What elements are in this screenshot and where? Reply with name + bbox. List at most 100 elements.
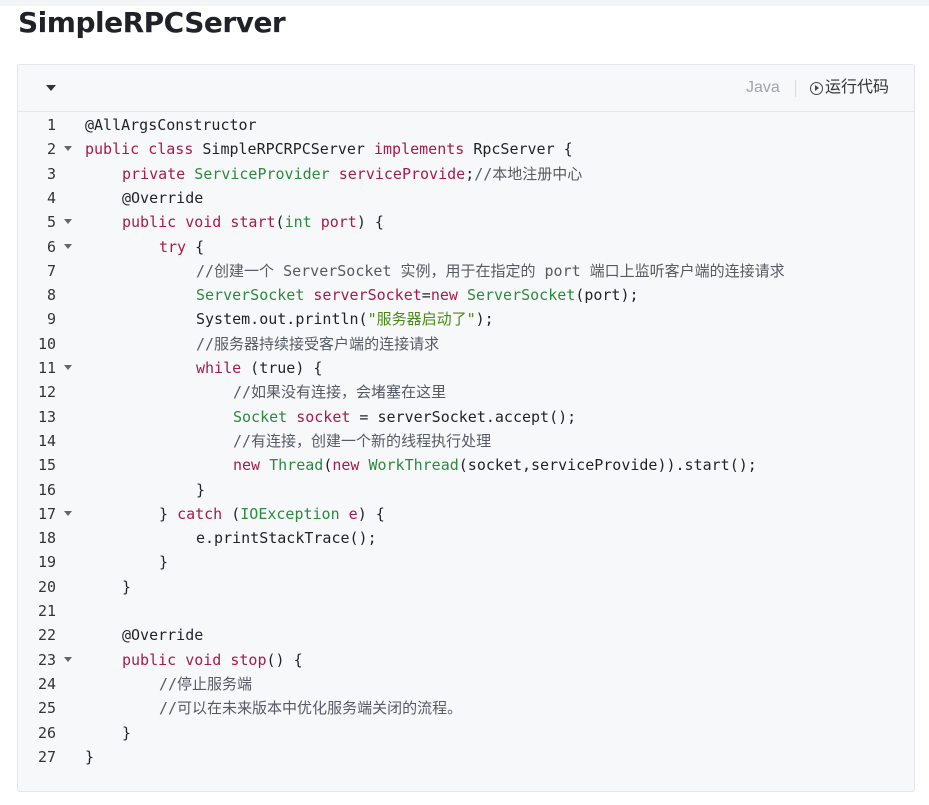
caret-down-icon[interactable] (46, 85, 56, 91)
code-token: socket (296, 407, 351, 426)
code-text: //服务器持续接受客户端的连接请求 (196, 332, 439, 356)
line-number: 24 (37, 674, 56, 693)
line-number: 18 (37, 529, 56, 548)
code-token: } (122, 577, 132, 596)
code-token: (socket,serviceProvide)).start(); (458, 456, 757, 475)
code-token: ( (323, 456, 333, 475)
code-token: e (348, 504, 358, 523)
code-token: (true) { (241, 359, 323, 377)
code-token: new (233, 456, 261, 475)
code-token: } (159, 553, 169, 572)
line-number: 14 (37, 431, 56, 450)
code-token: ServerSocket (466, 286, 576, 305)
code-token: ; (465, 164, 475, 183)
code-text: e.printStackTrace(); (196, 526, 377, 550)
code-token: } (159, 504, 178, 523)
code-token: start (230, 213, 276, 232)
code-token: Thread (269, 456, 324, 475)
code-text: while (true) { (196, 356, 322, 380)
fold-arrow-icon[interactable] (64, 510, 72, 516)
line-number: 8 (46, 286, 56, 305)
code-token: = (421, 286, 431, 305)
code-text: } (122, 575, 131, 599)
code-text: } (196, 478, 205, 502)
line-number: 3 (46, 164, 56, 183)
code-token: implements (374, 140, 465, 159)
fold-arrow-icon[interactable] (64, 219, 72, 225)
line-number: 13 (37, 407, 56, 426)
code-token: SimpleRPCRPCServer (193, 140, 374, 159)
code-token: ) { (357, 504, 385, 523)
line-number: 22 (37, 626, 56, 645)
code-token: public (122, 213, 177, 232)
code-text: //可以在未来版本中优化服务端关闭的流程。 (159, 696, 462, 720)
code-text: Socket socket = serverSocket.accept(); (233, 405, 576, 429)
code-text: try { (159, 235, 204, 259)
code-token: Socket (233, 407, 288, 426)
code-text: //创建一个 ServerSocket 实例，用于在指定的 port 端口上监听… (196, 259, 785, 283)
code-token: ( (222, 504, 241, 523)
code-token: catch (177, 504, 223, 523)
code-token: //停止服务端 (159, 674, 253, 693)
toolbar-divider (795, 80, 796, 97)
code-token: new (430, 286, 458, 305)
code-text: //停止服务端 (159, 672, 252, 696)
code-token: ); (475, 310, 494, 329)
code-token: serviceProvide (338, 164, 466, 183)
code-token: stop (230, 650, 267, 669)
code-token: class (148, 140, 194, 159)
code-token: try (159, 237, 187, 256)
code-text: } (85, 745, 94, 769)
code-text: } (122, 721, 131, 745)
line-number: 17 (37, 504, 56, 523)
line-number: 4 (46, 188, 56, 207)
code-token: = serverSocket.accept(); (350, 407, 577, 426)
line-number: 10 (37, 334, 56, 353)
line-number: 25 (37, 699, 56, 718)
code-text: public void start(int port) { (122, 210, 384, 234)
line-number: 7 (46, 261, 56, 280)
code-token: } (85, 747, 95, 766)
fold-arrow-icon[interactable] (64, 365, 72, 370)
code-token: { (186, 237, 205, 256)
code-token: ServiceProvider (194, 164, 330, 183)
code-token: while (196, 359, 242, 377)
code-token: int (284, 213, 312, 232)
code-token: (port); (575, 286, 639, 305)
code-token: public (122, 650, 177, 669)
code-token: //如果没有连接，会堵塞在这里 (233, 383, 447, 402)
line-number: 23 (37, 650, 56, 669)
code-token: ( (275, 213, 285, 232)
run-code-button[interactable]: 运行代码 (810, 78, 889, 98)
line-number: 5 (46, 213, 56, 232)
code-token: ServerSocket (196, 286, 305, 305)
line-number: 19 (37, 553, 56, 572)
code-text: ServerSocket serverSocket=new ServerSock… (196, 283, 639, 307)
code-token: void (185, 213, 222, 232)
code-text: private ServiceProvider serviceProvide;/… (122, 162, 582, 186)
fold-arrow-icon[interactable] (64, 146, 72, 152)
line-number: 27 (37, 747, 56, 766)
code-token: ) { (356, 213, 384, 232)
line-number: 9 (46, 310, 56, 329)
code-text: @Override (122, 623, 203, 647)
line-number: 21 (37, 602, 56, 620)
code-token: new (332, 456, 360, 475)
code-token: WorkThread (368, 456, 459, 475)
code-text: new Thread(new WorkThread(socket,service… (233, 453, 757, 477)
code-text: public class SimpleRPCRPCServer implemen… (85, 137, 573, 161)
line-number: 15 (37, 456, 56, 475)
fold-arrow-icon[interactable] (64, 243, 72, 249)
code-token: public (85, 140, 140, 159)
code-token: System.out.println( (196, 310, 368, 329)
line-number: 20 (37, 577, 56, 596)
code-token: //创建一个 ServerSocket 实例，用于在指定的 port 端口上监听… (196, 261, 785, 280)
code-token: //有连接，创建一个新的线程执行处理 (233, 431, 492, 450)
fold-arrow-icon[interactable] (64, 656, 72, 662)
code-toolbar: Java 运行代码 (18, 65, 914, 112)
